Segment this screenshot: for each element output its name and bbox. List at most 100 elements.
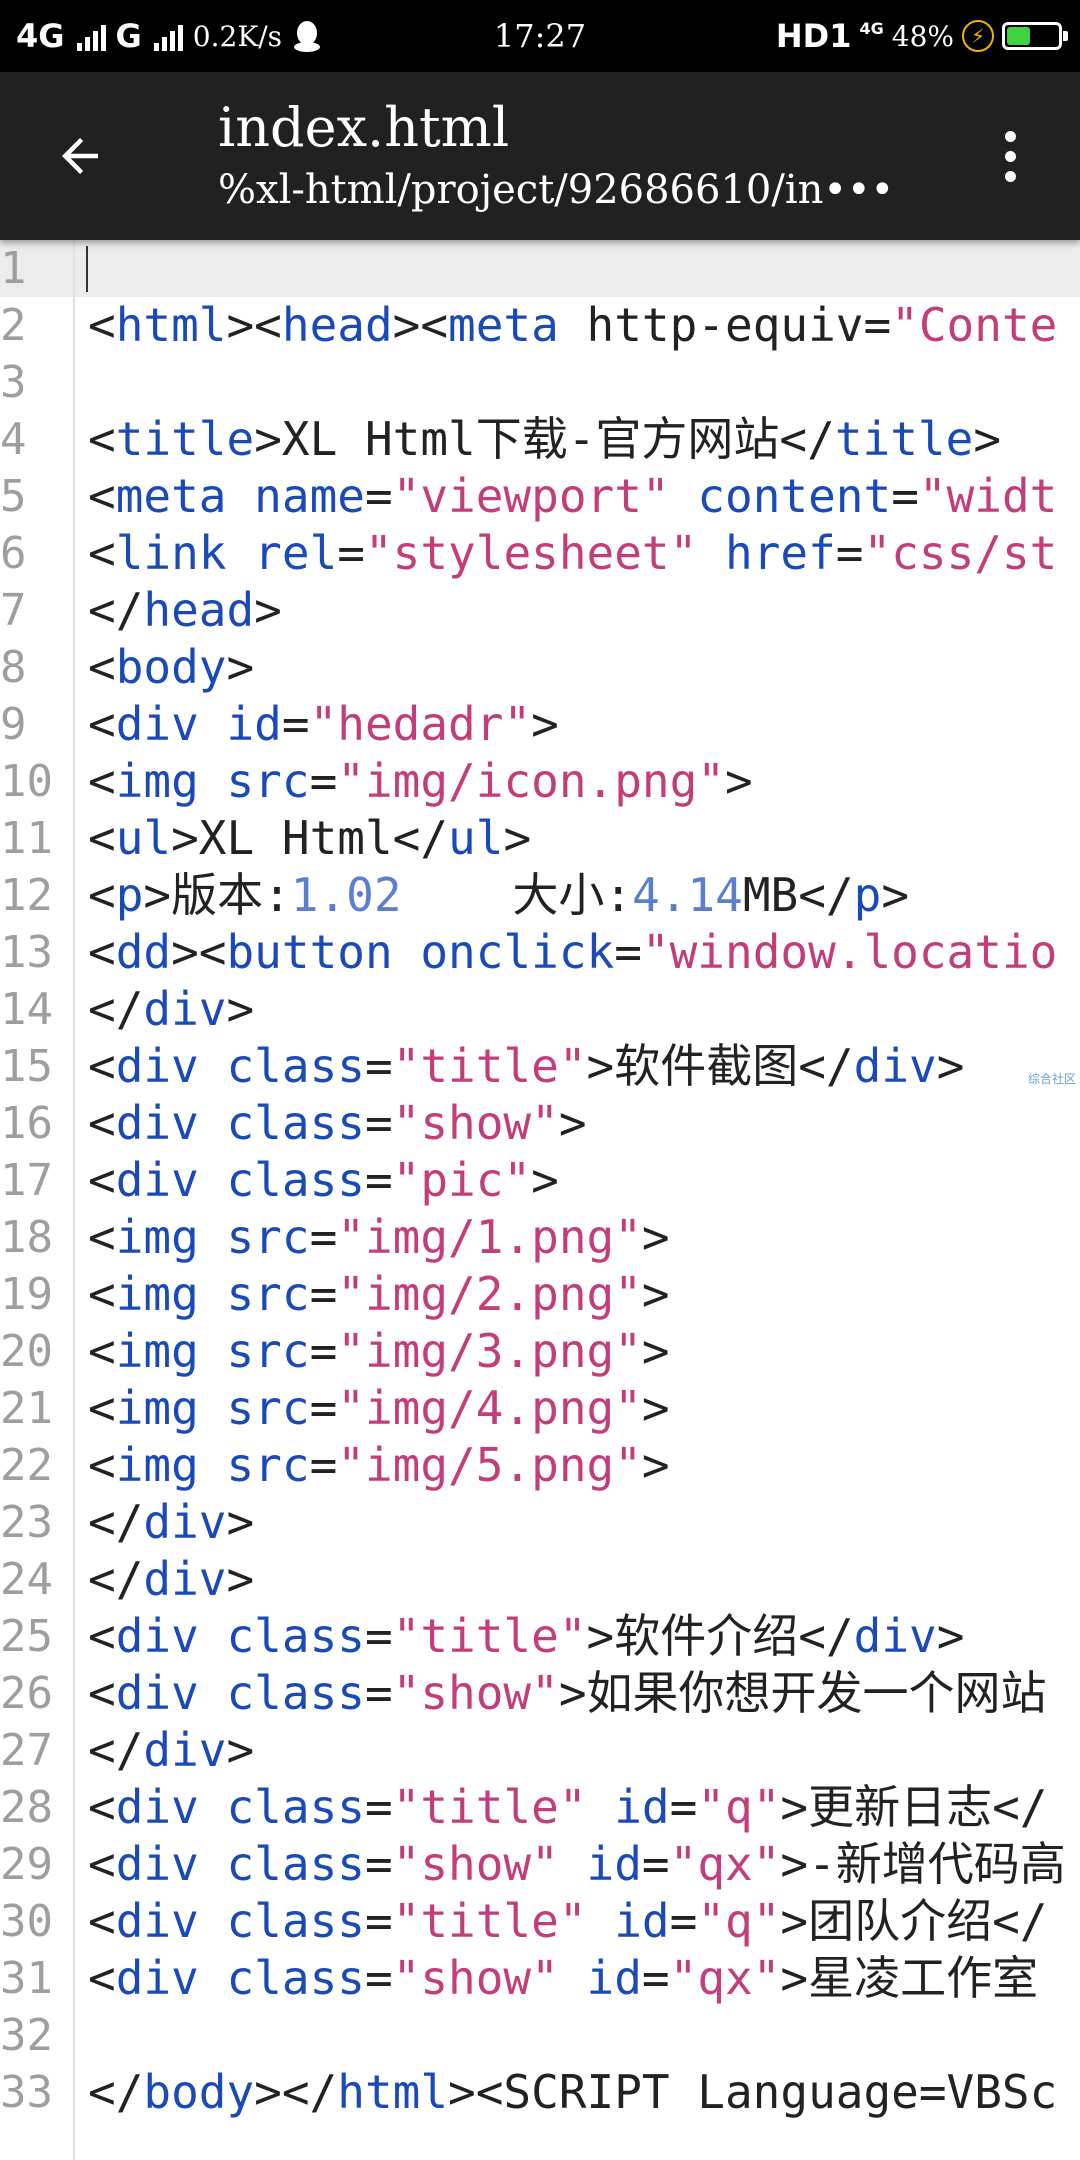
code-token: </ (88, 1723, 144, 1777)
code-token: html (337, 2065, 449, 2119)
code-token: > (226, 1495, 255, 1549)
code-text: <div class="title">软件介绍</div> (88, 1608, 964, 1665)
code-text: <img src="img/1.png"> (88, 1209, 670, 1266)
code-token: = (364, 1096, 393, 1150)
code-token: id (614, 1894, 670, 1948)
code-line[interactable]: 32 (0, 2007, 1080, 2064)
code-text: </head> (88, 582, 282, 639)
code-line[interactable]: 19 <img src="img/2.png"> (0, 1266, 1080, 1323)
code-token: "hedadr" (309, 697, 532, 751)
code-line[interactable]: 5 <meta name="viewport" content="widt (0, 468, 1080, 525)
code-line[interactable]: 16 <div class="show"> (0, 1095, 1080, 1152)
line-number: 3 (0, 357, 27, 408)
code-line[interactable]: 18 <img src="img/1.png"> (0, 1209, 1080, 1266)
code-token: body (143, 2065, 255, 2119)
code-line[interactable]: 24 </div> (0, 1551, 1080, 1608)
code-token: >XL Html</ (171, 811, 449, 865)
code-text: <p>版本:1.02 大小:4.14MB</p> (88, 867, 909, 924)
code-line[interactable]: 8 <body> (0, 639, 1080, 696)
code-line[interactable]: 21 <img src="img/4.png"> (0, 1380, 1080, 1437)
code-token: "title" (392, 1894, 587, 1948)
file-title: index.html (218, 96, 510, 159)
code-text: </div> (88, 1551, 254, 1608)
code-token: < (88, 1267, 116, 1321)
code-line[interactable]: 30 <div class="title" id="q">团队介绍</ (0, 1893, 1080, 1950)
code-token: 4.14 (632, 868, 743, 922)
code-line[interactable]: 4 <title>XL Html下载-官方网站</title> (0, 411, 1080, 468)
code-token: id (586, 1837, 642, 1891)
code-token: 大小: (401, 868, 633, 922)
code-line[interactable]: 20 <img src="img/3.png"> (0, 1323, 1080, 1380)
code-token: "viewport" (392, 469, 670, 523)
line-number: 16 (0, 1098, 53, 1149)
code-token: < (88, 298, 116, 352)
code-token: div (143, 1723, 227, 1777)
code-token: >更新日志</ (780, 1780, 1048, 1834)
code-token: "title" (392, 1609, 587, 1663)
code-line[interactable]: 12 <p>版本:1.02 大小:4.14MB</p> (0, 867, 1080, 924)
code-line[interactable]: 6 <link rel="stylesheet" href="css/st (0, 525, 1080, 582)
code-token: = (364, 1780, 393, 1834)
code-line[interactable]: 9 <div id="hedadr"> (0, 696, 1080, 753)
code-token: >星凌工作室 (780, 1951, 1039, 2005)
code-token: "pic" (392, 1153, 532, 1207)
title-block: index.html %xl-html/project/92686610/in•… (218, 94, 958, 218)
code-token: < (88, 469, 116, 523)
line-number: 2 (0, 300, 27, 351)
code-line[interactable]: 1 (0, 240, 1080, 297)
code-line[interactable]: 15 <div class="title">软件截图</div> (0, 1038, 1080, 1095)
code-token: < (88, 526, 116, 580)
line-number: 18 (0, 1212, 53, 1263)
code-token: = (364, 1894, 393, 1948)
more-vert-icon[interactable] (970, 116, 1050, 196)
code-token: dd (115, 925, 172, 979)
code-token: "stylesheet" (364, 526, 698, 580)
code-token: "title" (392, 1780, 587, 1834)
code-token: "q" (697, 1894, 781, 1948)
code-line[interactable]: 31 <div class="show" id="qx">星凌工作室 (0, 1950, 1080, 2007)
code-line[interactable]: 14 </div> (0, 981, 1080, 1038)
code-token: div class (115, 1039, 365, 1093)
code-line[interactable]: 22 <img src="img/5.png"> (0, 1437, 1080, 1494)
code-token: "q" (697, 1780, 781, 1834)
code-token: "window.locatio (641, 925, 1058, 979)
code-token: >< (392, 298, 449, 352)
code-token: = (281, 697, 310, 751)
code-token: < (88, 412, 116, 466)
code-line[interactable]: 11 <ul>XL Html</ul> (0, 810, 1080, 867)
code-line[interactable]: 7 </head> (0, 582, 1080, 639)
code-line[interactable]: 26 <div class="show">如果你想开发一个网站 (0, 1665, 1080, 1722)
code-editor[interactable]: 综合社区 1 2 <html><head><meta http-equiv="Con… (0, 240, 1080, 2160)
line-number: 13 (0, 927, 53, 978)
code-text: <div class="title">软件截图</div> (88, 1038, 964, 1095)
code-line[interactable]: 3 (0, 354, 1080, 411)
code-text: <body> (88, 639, 254, 696)
code-line[interactable]: 13 <dd><button onclick="window.locatio (0, 924, 1080, 981)
code-line[interactable]: 23 </div> (0, 1494, 1080, 1551)
line-number: 29 (0, 1839, 53, 1890)
code-token: = (364, 1666, 393, 1720)
code-line[interactable]: 25 <div class="title">软件介绍</div> (0, 1608, 1080, 1665)
code-token: = (309, 1381, 338, 1435)
code-token: http-equiv= (558, 298, 892, 352)
line-number: 6 (0, 528, 27, 579)
code-text: </div> (88, 1494, 254, 1551)
code-line[interactable]: 2 <html><head><meta http-equiv="Conte (0, 297, 1080, 354)
code-line[interactable]: 29 <div class="show" id="qx">-新增代码高 (0, 1836, 1080, 1893)
code-token: "img/3.png" (337, 1324, 642, 1378)
code-line[interactable]: 10 <img src="img/icon.png"> (0, 753, 1080, 810)
code-line[interactable]: 17 <div class="pic"> (0, 1152, 1080, 1209)
code-token: ul (115, 811, 172, 865)
code-token: = (364, 1039, 393, 1093)
code-line[interactable]: 33 </body></html><SCRIPT Language=VBSc (0, 2064, 1080, 2121)
code-token: < (88, 1153, 116, 1207)
code-token: "qx" (669, 1951, 781, 2005)
code-line[interactable]: 27 </div> (0, 1722, 1080, 1779)
code-text: </div> (88, 981, 254, 1038)
code-token: < (88, 811, 116, 865)
code-line[interactable]: 28 <div class="title" id="q">更新日志</ (0, 1779, 1080, 1836)
back-button[interactable] (40, 116, 120, 196)
code-text: <title>XL Html下载-官方网站</title> (88, 411, 1001, 468)
code-token: div class (115, 1837, 365, 1891)
